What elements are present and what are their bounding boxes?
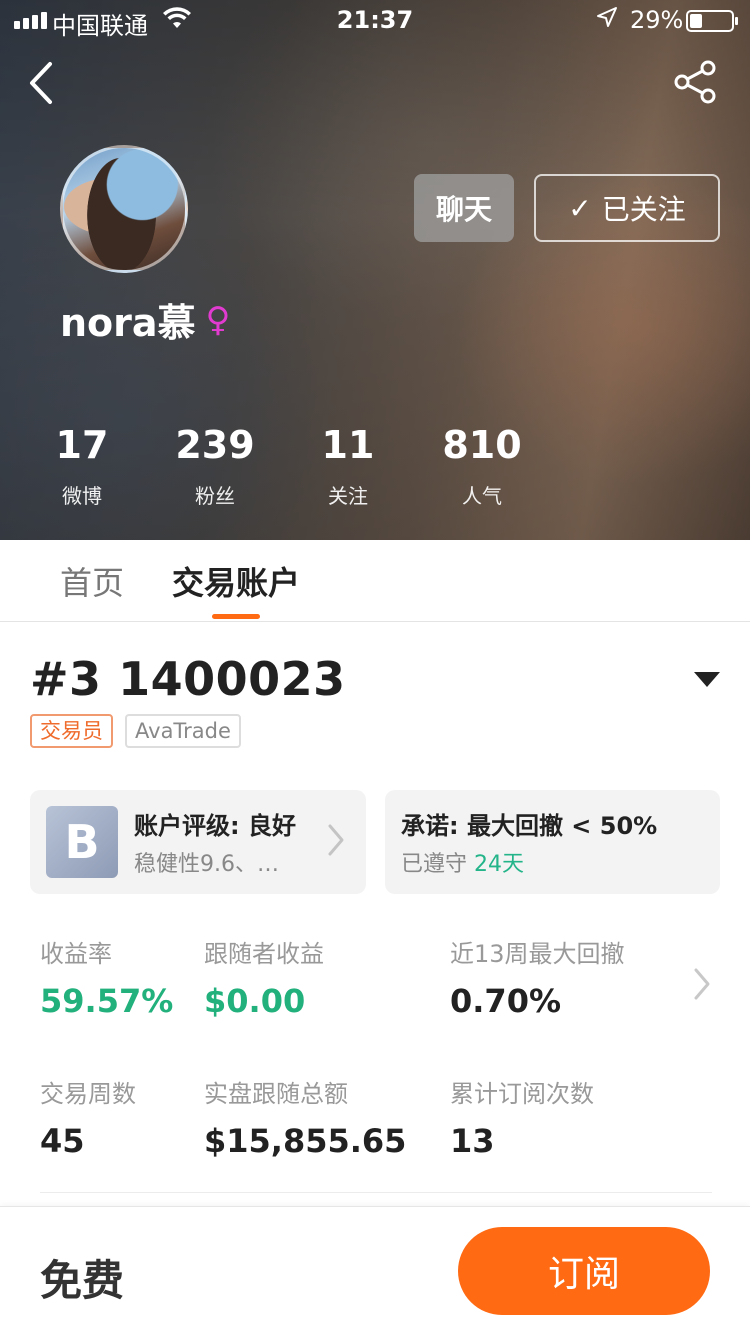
stat-label: 人气	[462, 484, 502, 508]
metric-label: 近13周最大回撤	[450, 940, 625, 968]
username-row: nora慕 ♀	[60, 292, 230, 347]
stat-weibo[interactable]: 17 微博	[12, 420, 152, 509]
subscribe-button[interactable]: 订阅	[458, 1227, 710, 1315]
follow-button[interactable]: ✓ 已关注	[534, 174, 720, 242]
rating-title: 账户评级: 良好	[134, 812, 296, 840]
metric-label: 实盘跟随总额	[204, 1080, 348, 1108]
metric-value: 45	[40, 1122, 85, 1160]
stat-fans[interactable]: 239 粉丝	[145, 420, 285, 509]
metric-value: 13	[450, 1122, 495, 1160]
stat-following[interactable]: 11 关注	[278, 420, 418, 509]
bottom-action-bar: 免费 订阅	[0, 1206, 750, 1334]
chevron-left-icon	[30, 62, 52, 104]
metric-value: $0.00	[204, 982, 306, 1020]
metric-value: $15,855.65	[204, 1122, 407, 1160]
metric-label: 累计订阅次数	[450, 1080, 594, 1108]
stat-label: 关注	[328, 484, 368, 508]
metric-label: 跟随者收益	[204, 940, 324, 968]
promise-title: 承诺: 最大回撤 < 50%	[401, 812, 658, 840]
tab-bar: 首页 交易账户	[0, 540, 750, 622]
chat-button[interactable]: 聊天	[414, 174, 514, 242]
stat-label: 粉丝	[195, 484, 235, 508]
check-icon: ✓	[568, 191, 592, 225]
profile-stats: 17 微博 239 粉丝 11 关注 810 人气	[0, 420, 560, 520]
username: nora慕	[60, 301, 196, 345]
promise-kept-label: 已遵守	[401, 852, 468, 877]
profile-header: 中国联通 21:37 29% 聊天 ✓ 已关注 nora慕 ♀ 17 微博 23…	[0, 0, 750, 540]
metric-label: 收益率	[40, 940, 112, 968]
tab-home[interactable]: 首页	[60, 558, 124, 604]
female-icon: ♀	[205, 299, 231, 340]
stat-popularity: 810 人气	[412, 420, 552, 509]
stat-value: 11	[321, 423, 375, 467]
stat-value: 17	[55, 423, 109, 467]
caret-down-icon[interactable]	[694, 672, 720, 687]
promise-kept-days: 24天	[474, 852, 525, 877]
account-rating-card[interactable]: B 账户评级: 良好 稳健性9.6、…	[30, 790, 366, 894]
role-tag: 交易员	[30, 714, 113, 748]
price-label: 免费	[40, 1256, 125, 1305]
stat-label: 微博	[62, 484, 102, 508]
broker-tag: AvaTrade	[125, 714, 241, 748]
metric-value: 59.57%	[40, 982, 174, 1020]
share-icon	[674, 60, 716, 104]
metric-value: 0.70%	[450, 982, 562, 1020]
status-bar: 中国联通 21:37 29%	[0, 0, 750, 40]
tab-trading-account[interactable]: 交易账户	[172, 558, 300, 604]
grade-badge: B	[46, 806, 118, 878]
account-title: #3 1400023	[30, 652, 346, 706]
share-button[interactable]	[672, 60, 720, 104]
follow-label: 已关注	[601, 193, 686, 226]
promise-card[interactable]: 承诺: 最大回撤 < 50% 已遵守 24天	[385, 790, 720, 894]
rating-subtitle: 稳健性9.6、…	[134, 852, 279, 877]
active-tab-indicator	[212, 614, 260, 619]
avatar[interactable]	[60, 145, 188, 273]
battery-percent: 29%	[630, 6, 684, 34]
promise-status: 已遵守 24天	[401, 846, 524, 878]
battery-icon	[686, 10, 738, 32]
stat-value: 810	[442, 423, 522, 467]
divider	[40, 1192, 712, 1193]
location-arrow-icon	[596, 6, 618, 34]
metric-label: 交易周数	[40, 1080, 136, 1108]
back-button[interactable]	[22, 58, 62, 108]
chevron-right-icon[interactable]	[692, 964, 712, 1014]
chevron-right-icon	[326, 820, 346, 870]
stat-value: 239	[175, 423, 255, 467]
